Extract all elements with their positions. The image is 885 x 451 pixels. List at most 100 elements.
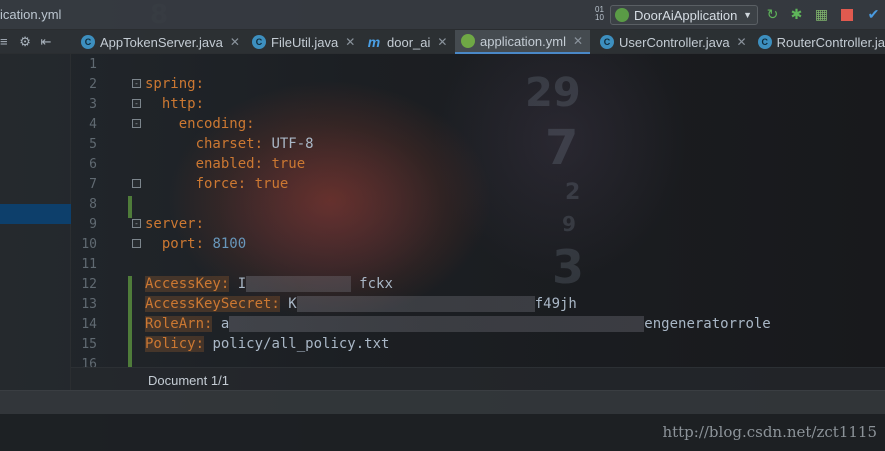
selected-tree-item[interactable]	[0, 204, 71, 224]
fold-icon[interactable]: -	[132, 219, 141, 228]
yaml-key: AccessKey:	[145, 276, 230, 292]
yaml-key: enabled:	[145, 156, 264, 172]
redacted-region	[246, 276, 352, 292]
editor-gutter: 1 2 3 4 5 6 7 8 9 10 11 12 13 14 15 16 -…	[71, 54, 141, 372]
line-number: 3	[89, 97, 97, 112]
line-number: 14	[81, 317, 97, 332]
code-line: port: 8100	[145, 234, 246, 254]
yaml-key: spring:	[145, 76, 205, 92]
code-line: encoding:	[145, 114, 255, 134]
line-number: 6	[89, 157, 97, 172]
yaml-value: f49jh	[534, 296, 577, 312]
class-icon: C	[600, 35, 614, 49]
tab-label: RouterController.ja	[776, 34, 885, 50]
class-icon: C	[81, 35, 95, 49]
yaml-value: UTF-8	[263, 136, 314, 152]
line-number: 4	[89, 117, 97, 132]
yaml-icon	[461, 34, 475, 48]
run-configuration-select[interactable]: DoorAiApplication ▼	[610, 5, 758, 25]
stop-icon[interactable]	[838, 6, 855, 23]
yaml-key: RoleArn:	[145, 316, 213, 332]
tab-label: FileUtil.java	[271, 34, 339, 50]
gear-icon[interactable]: ⚙	[19, 34, 31, 49]
yaml-key: charset:	[145, 136, 264, 152]
maven-icon: m	[367, 34, 381, 50]
fold-icon[interactable]: -	[132, 119, 141, 128]
fold-end-icon[interactable]	[132, 239, 141, 248]
vcs-change-marker[interactable]	[128, 196, 132, 218]
yaml-value: true	[263, 156, 306, 172]
code-line: force: true	[145, 174, 289, 194]
editor-tab-bar: ≡ ⚙ ⇤ C AppTokenServer.java ✕ C FileUtil…	[0, 30, 885, 54]
tab-label: application.yml	[480, 33, 566, 49]
document-status[interactable]: Document 1/1	[148, 373, 229, 388]
navigation-breadcrumb[interactable]: ication.yml	[0, 7, 61, 22]
fold-icon[interactable]: -	[132, 79, 141, 88]
code-line: enabled: true	[145, 154, 306, 174]
tab-application-yml[interactable]: application.yml ✕	[455, 30, 590, 54]
class-icon: C	[252, 35, 266, 49]
close-icon[interactable]: ✕	[573, 34, 583, 48]
fold-icon[interactable]: -	[132, 99, 141, 108]
run-configuration-label: DoorAiApplication	[634, 7, 738, 23]
code-line: server:	[145, 214, 204, 234]
yaml-key: port:	[145, 236, 205, 252]
vcs-change-marker[interactable]	[128, 276, 132, 368]
yaml-value: I	[229, 276, 247, 292]
close-icon[interactable]: ✕	[230, 35, 240, 49]
yaml-key: Policy:	[145, 336, 205, 352]
editor-breadcrumb-bar: Document 1/1	[71, 367, 885, 390]
line-number: 7	[89, 177, 97, 192]
spring-boot-icon	[615, 8, 629, 22]
close-icon[interactable]: ✕	[737, 35, 747, 49]
tab-usercontroller[interactable]: C UserController.java ✕	[594, 30, 749, 54]
line-number: 8	[89, 197, 97, 212]
chevron-down-icon: ▼	[743, 10, 752, 20]
redacted-region	[296, 296, 535, 312]
coverage-icon[interactable]: ▦	[813, 6, 830, 23]
tab-apptokenserver[interactable]: C AppTokenServer.java ✕	[75, 30, 245, 54]
line-number: 5	[89, 137, 97, 152]
line-number: 13	[81, 297, 97, 312]
redacted-region	[229, 316, 645, 332]
tab-routercontroller[interactable]: C RouterController.ja	[752, 30, 885, 54]
yaml-value: true	[246, 176, 289, 192]
close-icon[interactable]: ✕	[345, 35, 355, 49]
line-number: 11	[81, 257, 97, 272]
code-line: AccessKey: Ifckx	[145, 274, 393, 294]
code-line: RoleArn: a engeneratorrole	[145, 314, 771, 334]
fold-end-icon[interactable]	[132, 179, 141, 188]
yaml-value: engeneratorrole	[644, 316, 771, 332]
code-line: http:	[145, 94, 204, 114]
project-panel-tools[interactable]: ≡ ⚙ ⇤	[0, 34, 51, 50]
code-line: charset: UTF-8	[145, 134, 314, 154]
tab-door-ai[interactable]: m door_ai ✕	[360, 30, 452, 54]
watermark-text: http://blog.csdn.net/zct1115	[662, 423, 877, 441]
yaml-value: policy/all_policy.txt	[204, 336, 390, 352]
collapse-icon[interactable]: ≡	[0, 34, 8, 49]
yaml-value: fckx	[359, 276, 393, 292]
yaml-value: a	[212, 316, 230, 332]
vcs-update-icon[interactable]: ✔	[865, 6, 882, 23]
close-icon[interactable]: ✕	[437, 35, 447, 49]
yaml-value: K	[279, 296, 297, 312]
yaml-value: 8100	[204, 236, 247, 252]
class-icon: C	[758, 35, 772, 49]
rerun-icon[interactable]: ↻	[764, 6, 781, 23]
debug-icon[interactable]: ✱	[788, 6, 805, 23]
yaml-key: AccessKeySecret:	[145, 296, 280, 312]
tab-fileutil[interactable]: C FileUtil.java ✕	[246, 30, 356, 54]
code-line: AccessKeySecret: Kf49jh	[145, 294, 577, 314]
code-line: Policy: policy/all_policy.txt	[145, 334, 389, 354]
hide-panel-icon[interactable]: ⇤	[41, 34, 52, 49]
line-number: 2	[89, 77, 97, 92]
code-editor[interactable]: spring: http: encoding: charset: UTF-8 e…	[145, 54, 885, 367]
yaml-key: server:	[145, 216, 205, 232]
project-panel[interactable]	[0, 54, 71, 390]
line-number: 12	[81, 277, 97, 292]
line-number: 9	[89, 217, 97, 232]
tab-label: AppTokenServer.java	[100, 34, 223, 50]
line-number: 1	[89, 57, 97, 72]
tab-label: UserController.java	[619, 34, 730, 50]
binary-icon[interactable]: 01 10	[591, 6, 608, 23]
